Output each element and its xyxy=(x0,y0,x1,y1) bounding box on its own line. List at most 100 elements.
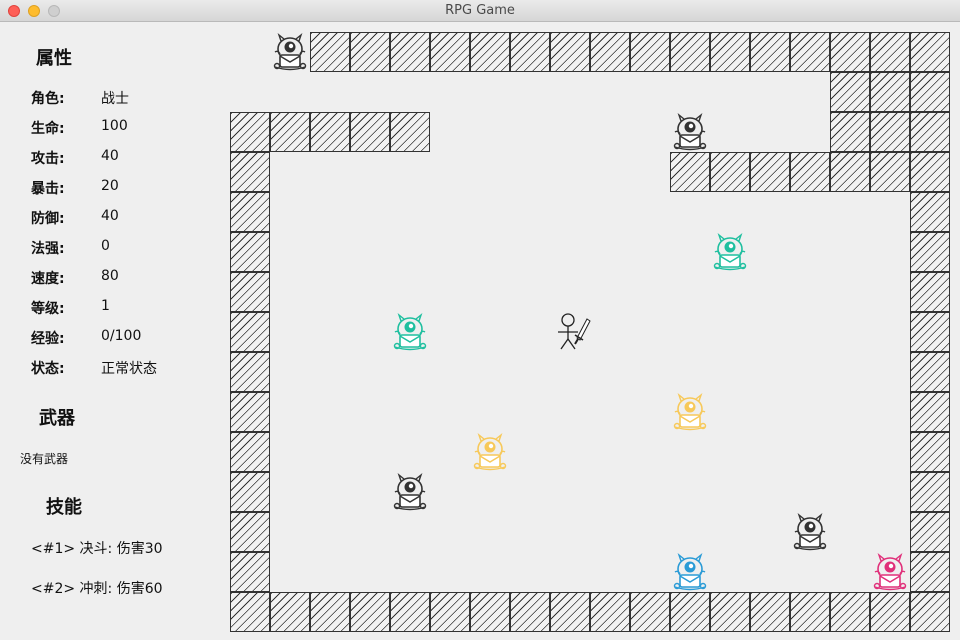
wall-tile xyxy=(230,472,270,512)
attr-crit-label: 暴击: xyxy=(31,181,65,197)
wall-tile xyxy=(710,32,750,72)
wall-tile xyxy=(910,32,950,72)
wall-tile xyxy=(470,32,510,72)
wall-tile xyxy=(750,152,790,192)
wall-tile xyxy=(830,592,870,632)
monster-icon xyxy=(270,32,310,72)
monster-icon xyxy=(390,312,430,352)
wall-tile xyxy=(790,32,830,72)
wall-tile xyxy=(910,592,950,632)
wall-tile xyxy=(630,32,670,72)
wall-tile xyxy=(670,592,710,632)
wall-tile xyxy=(470,592,510,632)
weapon-value: 没有武器 xyxy=(20,452,69,466)
wall-tile xyxy=(870,112,910,152)
wall-tile xyxy=(870,32,910,72)
wall-tile xyxy=(310,112,350,152)
attr-speed-value: 80 xyxy=(101,268,119,284)
wall-tile xyxy=(790,592,830,632)
wall-tile xyxy=(870,72,910,112)
wall-tile xyxy=(310,592,350,632)
weapon-heading: 武器 xyxy=(39,408,75,429)
wall-tile xyxy=(630,592,670,632)
wall-tile xyxy=(910,512,950,552)
wall-tile xyxy=(910,352,950,392)
monster-icon xyxy=(870,552,910,592)
skill-item-1[interactable]: <#1> 决斗: 伤害30 xyxy=(31,538,163,558)
wall-tile xyxy=(910,472,950,512)
monster-icon xyxy=(470,432,510,472)
wall-tile xyxy=(510,592,550,632)
wall-tile xyxy=(230,272,270,312)
wall-tile xyxy=(230,392,270,432)
attr-exp-label: 经验: xyxy=(31,331,65,347)
wall-tile xyxy=(390,592,430,632)
wall-tile xyxy=(910,312,950,352)
wall-tile xyxy=(390,32,430,72)
wall-tile xyxy=(670,152,710,192)
attr-defense-value: 40 xyxy=(101,208,119,224)
wall-tile xyxy=(230,552,270,592)
wall-tile xyxy=(230,592,270,632)
wall-tile xyxy=(910,192,950,232)
attr-level-label: 等级: xyxy=(31,301,65,317)
window-titlebar: RPG Game xyxy=(0,0,960,22)
wall-tile xyxy=(430,32,470,72)
wall-tile xyxy=(830,72,870,112)
wall-tile xyxy=(910,392,950,432)
wall-tile xyxy=(350,32,390,72)
wall-tile xyxy=(790,152,830,192)
wall-tile xyxy=(230,352,270,392)
wall-tile xyxy=(390,112,430,152)
wall-tile xyxy=(830,152,870,192)
wall-tile xyxy=(910,72,950,112)
wall-tile xyxy=(830,112,870,152)
wall-tile xyxy=(870,592,910,632)
hero-stick-figure-icon xyxy=(551,311,591,351)
wall-tile xyxy=(510,32,550,72)
wall-tile xyxy=(310,32,350,72)
wall-tile xyxy=(910,272,950,312)
wall-tile xyxy=(550,592,590,632)
attr-hp-label: 生命: xyxy=(31,121,65,137)
wall-tile xyxy=(590,32,630,72)
attr-magic-value: 0 xyxy=(101,238,110,254)
wall-tile xyxy=(350,592,390,632)
attr-attack-label: 攻击: xyxy=(31,151,65,167)
monster-icon xyxy=(670,112,710,152)
attributes-heading: 属性 xyxy=(36,48,72,69)
wall-tile xyxy=(910,112,950,152)
attr-attack-value: 40 xyxy=(101,148,119,164)
wall-tile xyxy=(230,512,270,552)
wall-tile xyxy=(350,112,390,152)
wall-tile xyxy=(230,152,270,192)
attr-status-value: 正常状态 xyxy=(101,361,157,377)
wall-tile xyxy=(550,32,590,72)
attr-exp-value: 0/100 xyxy=(101,328,142,344)
monster-icon xyxy=(790,512,830,552)
attr-role-label: 角色: xyxy=(31,91,65,107)
attr-defense-label: 防御: xyxy=(31,211,65,227)
attr-role-value: 战士 xyxy=(101,91,129,107)
wall-tile xyxy=(230,432,270,472)
monster-icon xyxy=(390,472,430,512)
wall-tile xyxy=(710,592,750,632)
attr-speed-label: 速度: xyxy=(31,271,65,287)
attr-level-value: 1 xyxy=(101,298,110,314)
wall-tile xyxy=(230,192,270,232)
wall-tile xyxy=(910,552,950,592)
attr-status-label: 状态: xyxy=(31,361,65,377)
wall-tile xyxy=(270,592,310,632)
wall-tile xyxy=(750,32,790,72)
window-title: RPG Game xyxy=(445,3,515,18)
wall-tile xyxy=(230,312,270,352)
skill-item-2[interactable]: <#2> 冲刺: 伤害60 xyxy=(31,578,163,598)
attr-magic-label: 法强: xyxy=(31,241,65,257)
monster-icon xyxy=(710,232,750,272)
skills-heading: 技能 xyxy=(46,497,82,518)
wall-tile xyxy=(430,592,470,632)
attr-crit-value: 20 xyxy=(101,178,119,194)
wall-tile xyxy=(230,112,270,152)
wall-tile xyxy=(870,152,910,192)
wall-tile xyxy=(710,152,750,192)
